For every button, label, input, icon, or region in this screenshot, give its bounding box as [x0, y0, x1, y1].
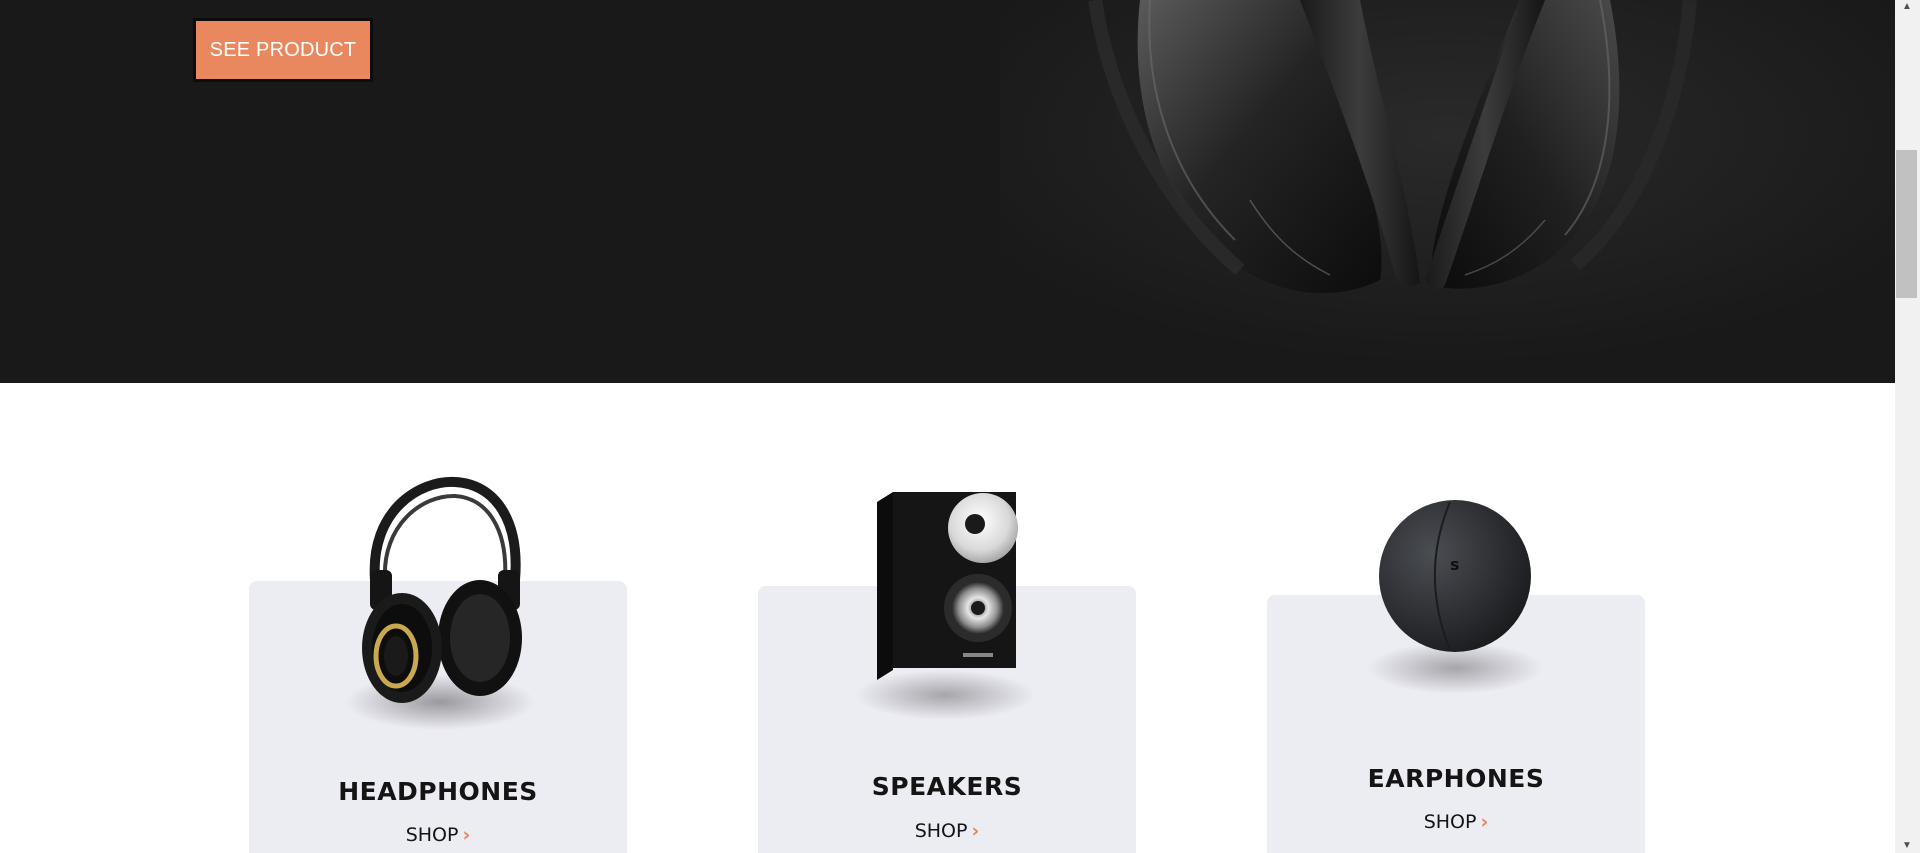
hero-headphones-image — [1000, 0, 1895, 383]
shop-link-headphones[interactable]: SHOP › — [249, 824, 627, 846]
see-product-button[interactable]: SEE PRODUCT — [193, 18, 373, 82]
category-title-speakers: SPEAKERS — [871, 772, 1023, 801]
scrollbar-thumb[interactable] — [1896, 150, 1917, 298]
category-title-headphones: HEADPHONES — [338, 777, 538, 806]
earphones-case-icon: s — [1367, 500, 1543, 694]
shop-link-speakers[interactable]: SHOP › — [758, 820, 1136, 842]
shop-label[interactable]: SHOP — [1424, 811, 1477, 833]
svg-text:s: s — [1450, 555, 1460, 574]
scroll-up-arrow-icon[interactable]: ▲ — [1897, 0, 1917, 14]
scroll-down-arrow-icon[interactable]: ▼ — [1897, 839, 1917, 853]
chevron-right-icon: › — [971, 820, 980, 842]
category-title-earphones: EARPHONES — [1367, 764, 1545, 793]
hero-section: SEE PRODUCT — [0, 0, 1895, 383]
page: SEE PRODUCT HEADPHONES SHOP › SPEAKERS S… — [0, 0, 1920, 853]
chevron-right-icon: › — [462, 824, 471, 846]
headphones-icon — [345, 476, 535, 730]
shop-label[interactable]: SHOP — [915, 820, 968, 842]
vertical-scrollbar[interactable] — [1895, 0, 1920, 853]
shop-link-earphones[interactable]: SHOP › — [1267, 811, 1645, 833]
chevron-right-icon: › — [1480, 811, 1489, 833]
shop-label[interactable]: SHOP — [406, 824, 459, 846]
speaker-icon — [855, 492, 1035, 720]
